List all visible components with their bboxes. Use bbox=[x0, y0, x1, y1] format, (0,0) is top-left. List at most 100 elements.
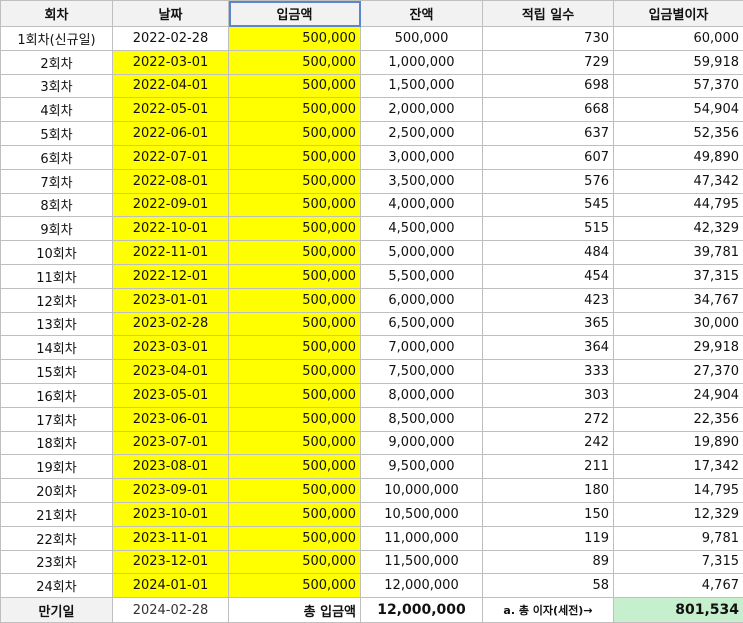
cell-balance[interactable]: 3,000,000 bbox=[360, 144, 483, 170]
cell-round[interactable]: 6회차 bbox=[0, 144, 113, 170]
cell-date[interactable]: 2022-09-01 bbox=[112, 192, 229, 218]
cell-days[interactable]: 89 bbox=[482, 549, 614, 575]
cell-date[interactable]: 2023-10-01 bbox=[112, 501, 229, 527]
cell-balance[interactable]: 9,000,000 bbox=[360, 430, 483, 456]
total-deposit-label[interactable]: 총 입금액 bbox=[228, 597, 361, 623]
cell-date[interactable]: 2023-08-01 bbox=[112, 454, 229, 480]
cell-deposit[interactable]: 500,000 bbox=[228, 49, 361, 75]
cell-balance[interactable]: 10,000,000 bbox=[360, 478, 483, 503]
cell-round[interactable]: 15회차 bbox=[0, 359, 113, 384]
cell-round[interactable]: 11회차 bbox=[0, 263, 113, 289]
cell-round[interactable]: 3회차 bbox=[0, 73, 113, 99]
cell-days[interactable]: 454 bbox=[482, 263, 614, 289]
cell-interest[interactable]: 7,315 bbox=[613, 549, 743, 575]
cell-round[interactable]: 19회차 bbox=[0, 454, 113, 480]
header-date[interactable]: 날짜 bbox=[112, 0, 229, 27]
cell-balance[interactable]: 5,000,000 bbox=[360, 240, 483, 265]
maturity-label[interactable]: 만기일 bbox=[0, 597, 113, 623]
cell-deposit[interactable]: 500,000 bbox=[228, 216, 361, 242]
cell-deposit[interactable]: 500,000 bbox=[228, 168, 361, 194]
cell-date[interactable]: 2022-08-01 bbox=[112, 168, 229, 194]
header-balance[interactable]: 잔액 bbox=[360, 0, 483, 27]
cell-balance[interactable]: 3,500,000 bbox=[360, 168, 483, 194]
cell-deposit[interactable]: 500,000 bbox=[228, 263, 361, 289]
cell-deposit[interactable]: 500,000 bbox=[228, 121, 361, 146]
total-interest-label[interactable]: a. 총 이자(세전)→ bbox=[482, 597, 614, 623]
cell-days[interactable]: 365 bbox=[482, 311, 614, 337]
cell-days[interactable]: 730 bbox=[482, 26, 614, 51]
cell-balance[interactable]: 4,500,000 bbox=[360, 216, 483, 242]
cell-deposit[interactable]: 500,000 bbox=[228, 406, 361, 432]
cell-interest[interactable]: 57,370 bbox=[613, 73, 743, 99]
cell-days[interactable]: 545 bbox=[482, 192, 614, 218]
cell-deposit[interactable]: 500,000 bbox=[228, 287, 361, 313]
cell-days[interactable]: 119 bbox=[482, 525, 614, 551]
cell-round[interactable]: 2회차 bbox=[0, 49, 113, 75]
cell-round[interactable]: 4회차 bbox=[0, 97, 113, 123]
cell-days[interactable]: 211 bbox=[482, 454, 614, 480]
total-deposit[interactable]: 12,000,000 bbox=[360, 597, 483, 623]
cell-round[interactable]: 14회차 bbox=[0, 335, 113, 361]
cell-balance[interactable]: 6,500,000 bbox=[360, 311, 483, 337]
cell-days[interactable]: 58 bbox=[482, 573, 614, 599]
cell-balance[interactable]: 1,000,000 bbox=[360, 49, 483, 75]
cell-balance[interactable]: 8,500,000 bbox=[360, 406, 483, 432]
cell-round[interactable]: 22회차 bbox=[0, 525, 113, 551]
cell-deposit[interactable]: 500,000 bbox=[228, 501, 361, 527]
cell-deposit[interactable]: 500,000 bbox=[228, 359, 361, 384]
cell-date[interactable]: 2023-01-01 bbox=[112, 287, 229, 313]
cell-deposit[interactable]: 500,000 bbox=[228, 26, 361, 51]
cell-balance[interactable]: 7,500,000 bbox=[360, 359, 483, 384]
header-deposit[interactable]: 입금액 bbox=[228, 0, 361, 27]
cell-interest[interactable]: 59,918 bbox=[613, 49, 743, 75]
cell-days[interactable]: 607 bbox=[482, 144, 614, 170]
cell-days[interactable]: 272 bbox=[482, 406, 614, 432]
cell-deposit[interactable]: 500,000 bbox=[228, 525, 361, 551]
header-days[interactable]: 적립 일수 bbox=[482, 0, 614, 27]
cell-interest[interactable]: 44,795 bbox=[613, 192, 743, 218]
cell-balance[interactable]: 5,500,000 bbox=[360, 263, 483, 289]
cell-round[interactable]: 13회차 bbox=[0, 311, 113, 337]
cell-balance[interactable]: 11,500,000 bbox=[360, 549, 483, 575]
cell-days[interactable]: 303 bbox=[482, 382, 614, 408]
cell-deposit[interactable]: 500,000 bbox=[228, 454, 361, 480]
cell-interest[interactable]: 4,767 bbox=[613, 573, 743, 599]
cell-round[interactable]: 7회차 bbox=[0, 168, 113, 194]
cell-days[interactable]: 180 bbox=[482, 478, 614, 503]
cell-days[interactable]: 364 bbox=[482, 335, 614, 361]
cell-interest[interactable]: 54,904 bbox=[613, 97, 743, 123]
cell-date[interactable]: 2023-03-01 bbox=[112, 335, 229, 361]
cell-interest[interactable]: 9,781 bbox=[613, 525, 743, 551]
cell-round[interactable]: 16회차 bbox=[0, 382, 113, 408]
cell-balance[interactable]: 1,500,000 bbox=[360, 73, 483, 99]
cell-deposit[interactable]: 500,000 bbox=[228, 478, 361, 503]
cell-interest[interactable]: 60,000 bbox=[613, 26, 743, 51]
header-round[interactable]: 회차 bbox=[0, 0, 113, 27]
cell-interest[interactable]: 24,904 bbox=[613, 382, 743, 408]
cell-balance[interactable]: 7,000,000 bbox=[360, 335, 483, 361]
cell-date[interactable]: 2022-05-01 bbox=[112, 97, 229, 123]
cell-date[interactable]: 2023-11-01 bbox=[112, 525, 229, 551]
cell-balance[interactable]: 11,000,000 bbox=[360, 525, 483, 551]
cell-date[interactable]: 2022-11-01 bbox=[112, 240, 229, 265]
cell-interest[interactable]: 14,795 bbox=[613, 478, 743, 503]
cell-interest[interactable]: 17,342 bbox=[613, 454, 743, 480]
cell-date[interactable]: 2022-02-28 bbox=[112, 26, 229, 51]
cell-interest[interactable]: 30,000 bbox=[613, 311, 743, 337]
cell-round[interactable]: 17회차 bbox=[0, 406, 113, 432]
cell-date[interactable]: 2024-01-01 bbox=[112, 573, 229, 599]
cell-interest[interactable]: 29,918 bbox=[613, 335, 743, 361]
cell-days[interactable]: 515 bbox=[482, 216, 614, 242]
cell-date[interactable]: 2023-09-01 bbox=[112, 478, 229, 503]
cell-balance[interactable]: 6,000,000 bbox=[360, 287, 483, 313]
cell-round[interactable]: 20회차 bbox=[0, 478, 113, 503]
cell-days[interactable]: 150 bbox=[482, 501, 614, 527]
cell-date[interactable]: 2022-03-01 bbox=[112, 49, 229, 75]
cell-date[interactable]: 2023-07-01 bbox=[112, 430, 229, 456]
cell-round[interactable]: 1회차(신규일) bbox=[0, 26, 113, 51]
cell-round[interactable]: 21회차 bbox=[0, 501, 113, 527]
cell-deposit[interactable]: 500,000 bbox=[228, 549, 361, 575]
cell-days[interactable]: 333 bbox=[482, 359, 614, 384]
cell-round[interactable]: 10회차 bbox=[0, 240, 113, 265]
cell-interest[interactable]: 27,370 bbox=[613, 359, 743, 384]
